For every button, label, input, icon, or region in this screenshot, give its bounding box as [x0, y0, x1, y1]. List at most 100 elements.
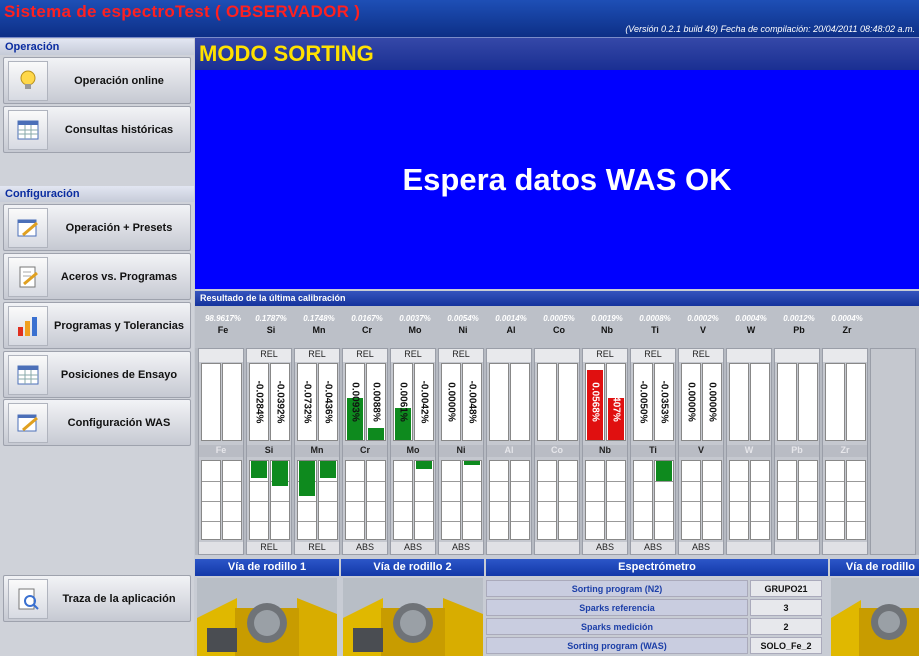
calibration-percent: 0.0005% [543, 314, 575, 323]
main-area: MODO SORTING Espera datos WAS OK Resulta… [195, 38, 919, 656]
spectrometer-key: Sorting program (WAS) [486, 637, 748, 654]
value-box [489, 363, 509, 441]
calibration-item: 0.0167% Cr [343, 306, 391, 346]
value-box: -0.0436% [318, 363, 338, 441]
calibration-values: 98.9617% Fe 0.1787% Si 0.1748% Mn 0.0167% Cr 0.0… [195, 306, 919, 348]
nav-posiciones-ensayo-button[interactable]: Posiciones de Ensayo [3, 351, 191, 398]
column-mode-top [775, 349, 819, 362]
deviation-gridline [511, 501, 529, 502]
deviation-box [702, 460, 722, 540]
app-title: Sistema de espectroTest ( OBSERVADOR ) [4, 2, 361, 21]
calibration-header: Resultado de la última calibración [195, 291, 919, 306]
mode-title: MODO SORTING [195, 38, 919, 70]
deviation-gridline [826, 481, 844, 482]
deviation-box [489, 460, 509, 540]
deviation-box [654, 460, 674, 540]
value-box: 0.0061% [393, 363, 413, 441]
deviation-gridline [250, 501, 268, 502]
value-box: 0.0407% [606, 363, 626, 441]
column-mode-top: REL [295, 349, 339, 362]
column-mode-top: REL [247, 349, 291, 362]
spectrometer-key: Sparks referencia [486, 599, 748, 616]
roller-image-3 [831, 578, 919, 656]
deviation-gridline [223, 501, 241, 502]
deviation-gridline [223, 521, 241, 522]
deviation-gridline [778, 481, 796, 482]
nav-traza-aplicacion-button[interactable]: Traza de la aplicación [3, 575, 191, 622]
deviation-box [297, 460, 317, 540]
nav-aceros-vs-programas-button[interactable]: Aceros vs. Programas [3, 253, 191, 300]
calibration-element: Co [553, 325, 565, 335]
deviation-gridline [346, 521, 364, 522]
deviation-gridline [655, 501, 673, 502]
element-column: W [726, 348, 772, 555]
value-box: -0.0284% [249, 363, 269, 441]
spectrometer-row: Sparks medición 2 [486, 618, 826, 635]
deviation-gridline [703, 481, 721, 482]
edit-form-icon [8, 402, 48, 443]
nav-label: Aceros vs. Programas [60, 270, 178, 283]
spectrometer-value: 2 [750, 618, 822, 635]
column-element-label: Al [487, 445, 531, 457]
nav-label: Configuración WAS [67, 416, 171, 429]
deviation-gridline [394, 501, 412, 502]
nav-label: Traza de la aplicación [62, 592, 176, 605]
column-mode-bottom: REL [295, 542, 339, 554]
deviation-box [777, 460, 797, 540]
calibration-item: 0.0002% V [679, 306, 727, 346]
calibration-element: Nb [601, 325, 613, 335]
nav-operacion-online-button[interactable]: Operación online [3, 57, 191, 104]
column-mode-top: REL [583, 349, 627, 362]
value-box [558, 363, 578, 441]
deviation-gridline [202, 501, 220, 502]
deviation-gridline [394, 521, 412, 522]
calibration-item: 0.0004% Zr [823, 306, 871, 346]
deviation-gridline [703, 521, 721, 522]
nav-programas-tolerancias-button[interactable]: Programas y Tolerancias [3, 302, 191, 349]
column-mode-bottom: ABS [631, 542, 675, 554]
deviation-gridline [271, 501, 289, 502]
deviation-gridline [319, 481, 337, 482]
column-mode-top [199, 349, 243, 362]
nav-consultas-historicas-button[interactable]: Consultas históricas [3, 106, 191, 153]
spectrometer-row: Sorting program (N2) GRUPO21 [486, 580, 826, 597]
deviation-box [558, 460, 578, 540]
status-panel: Espera datos WAS OK [195, 70, 919, 289]
deviation-gridline [586, 501, 604, 502]
deviation-gridline [751, 521, 769, 522]
value-text: -0.0284% [253, 380, 265, 424]
deviation-gridline [367, 481, 385, 482]
value-text: -0.0353% [658, 380, 670, 424]
element-column: Pb [774, 348, 820, 555]
nav-label: Operación online [74, 74, 164, 87]
nav-configuracion-was-button[interactable]: Configuración WAS [3, 399, 191, 446]
deviation-gridline [703, 501, 721, 502]
column-mode-bottom: ABS [343, 542, 387, 554]
element-column: REL 0.0000% 0.0000% V ABS [678, 348, 724, 555]
column-mode-top: REL [631, 349, 675, 362]
value-box [729, 363, 749, 441]
column-mode-top: REL [343, 349, 387, 362]
nav-operacion-presets-button[interactable]: Operación + Presets [3, 204, 191, 251]
column-mode-bottom: ABS [679, 542, 723, 554]
value-box [510, 363, 530, 441]
via1-header: Vía de rodillo 1 [195, 559, 339, 576]
column-mode-top: REL [439, 349, 483, 362]
calibration-percent: 0.1748% [303, 314, 335, 323]
deviation-gridline [751, 501, 769, 502]
spectrometer-row: Sparks referencia 3 [486, 599, 826, 616]
deviation-box [414, 460, 434, 540]
deviation-gridline [511, 481, 529, 482]
deviation-gridline [415, 481, 433, 482]
value-bar [368, 428, 384, 440]
deviation-gridline [463, 481, 481, 482]
spectrometer-key: Sparks medición [486, 618, 748, 635]
calibration-item: 0.0012% Pb [775, 306, 823, 346]
deviation-gridline [346, 501, 364, 502]
value-text: 0.0568% [589, 382, 601, 422]
element-column: REL 0.0093% 0.0088% Cr ABS [342, 348, 388, 555]
column-element-label: Mn [295, 445, 339, 457]
deviation-gridline [586, 481, 604, 482]
deviation-gridline [655, 481, 673, 482]
deviation-gridline [490, 501, 508, 502]
